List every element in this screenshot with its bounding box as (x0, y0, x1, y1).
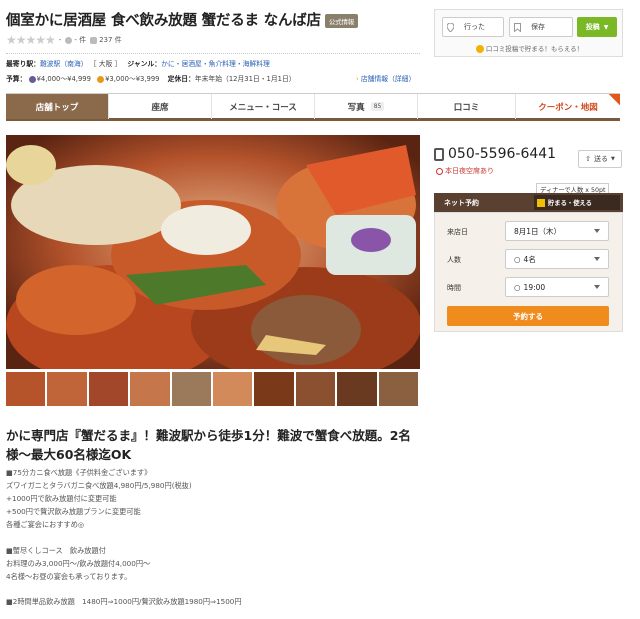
main-photo[interactable] (6, 135, 420, 369)
date-select[interactable]: 8月1日（木） (505, 221, 609, 241)
tab-seats[interactable]: 座席 (109, 94, 212, 119)
crab-platter-image (6, 135, 420, 369)
photo-thumbnails (6, 372, 420, 406)
phone-row: 050-5596-6441 (434, 146, 556, 162)
circle-icon: ○ (514, 254, 521, 264)
circle-icon: ○ (514, 282, 521, 292)
action-box: 行った 保存 投稿 ▼ 口コミ投稿で貯まる！もらえる！ (434, 9, 623, 57)
lunch-icon (97, 75, 105, 83)
availability-status: 本日夜空席あり (436, 166, 494, 176)
description-line: 各種ご宴会におすすめ◎ (6, 520, 85, 529)
chevron-down-icon: ▼ (611, 156, 615, 162)
restaurant-name: 個室かに居酒屋 食べ飲み放題 蟹だるま なんば店 (6, 13, 321, 29)
description-line: ■75分カニ食べ放題《子供料金ございます》 (6, 468, 152, 477)
thumbnail[interactable] (378, 372, 418, 406)
time-label: 時間 (447, 284, 461, 292)
divider (6, 53, 420, 54)
tab-menu[interactable]: メニュー・コース (212, 94, 315, 119)
area-link[interactable]: ［ 大阪 ］ (90, 60, 122, 68)
ponta-icon (475, 45, 484, 53)
tab-top[interactable]: 店舗トップ (6, 94, 109, 119)
pin-icon (447, 22, 454, 32)
official-badge[interactable]: 公式情報 (324, 14, 359, 28)
tab-reviews[interactable]: 口コミ (418, 94, 516, 119)
time-select[interactable]: ○ 19:00 (505, 277, 609, 297)
nav-tabs: 店舗トップ 座席 メニュー・コース 写真 85 口コミ クーポン・地図 (6, 93, 620, 121)
station-link[interactable]: 難波駅（南海） (40, 60, 88, 68)
info-budget: 予算： ¥4,000～¥4,999 ¥3,000～¥3,999 定休日：年末年始… (6, 75, 296, 83)
review-count[interactable]: - 件 (65, 35, 86, 45)
rating-score: - (58, 36, 62, 44)
phone-number[interactable]: 050-5596-6441 (448, 146, 556, 162)
ponta-icon (537, 198, 545, 207)
thumbnail[interactable] (47, 372, 87, 406)
ponta-badge: 貯まる・使える (534, 195, 620, 210)
chevron-down-icon: ▼ (603, 23, 609, 31)
post-note[interactable]: 口コミ投稿で貯まる！もらえる！ (435, 43, 624, 53)
description-line: 4名様～お昼の宴会も承っております。 (6, 572, 132, 581)
pr-heading: かに専門店『蟹だるま』！難波駅から徒歩1分！難波で蟹食べ放題。2名様～最大60名… (6, 428, 411, 462)
reservation-form: 来店日 8月1日（木） 人数 ○ 4名 時間 ○ 19:00 予約する (434, 212, 623, 332)
new-corner-flag (608, 94, 620, 106)
info-station-genre: 最寄り駅：難波駅（南海） ［ 大阪 ］ ジャンル：かに・居酒屋・魚介料理・海鮮料… (6, 60, 270, 68)
post-button[interactable]: 投稿 ▼ (577, 17, 617, 37)
photo-tab-count: 85 (370, 102, 385, 111)
post-label: 投稿 (585, 23, 600, 31)
description-line: +1000円で飲み放題付に変更可能 (6, 494, 117, 503)
circle-icon (436, 167, 443, 175)
photo-count[interactable]: 237 件 (90, 35, 122, 45)
thumbnail[interactable] (254, 372, 294, 406)
closed-days: 年末年始（12月31日・1月1日） (194, 75, 296, 83)
tab-photos[interactable]: 写真 85 (315, 94, 418, 119)
dinner-icon (28, 75, 36, 83)
description-line: ズワイガニとタラバガニ食べ放題4,980円/5,980円(税抜) (6, 481, 192, 490)
thumbnail[interactable] (212, 372, 253, 406)
detail-link-wrap: › 店舗情報（詳細） (356, 75, 416, 83)
description-line: お料理のみ3,000円～/飲み放題付4,000円～ (6, 559, 151, 568)
bookmark-icon (514, 22, 521, 32)
thumbnail[interactable] (295, 372, 336, 406)
reserve-button[interactable]: 予約する (447, 306, 609, 326)
rating-row: ★★★★★ - - 件 237 件 (6, 33, 122, 47)
comment-icon (65, 36, 73, 44)
people-select[interactable]: ○ 4名 (505, 249, 609, 269)
rating-stars: ★★★★★ (6, 33, 56, 47)
thumbnail[interactable] (6, 372, 46, 406)
camera-icon (90, 36, 98, 44)
save-button[interactable]: 保存 (509, 17, 573, 37)
page-title: 個室かに居酒屋 食べ飲み放題 蟹だるま なんば店 公式情報 (6, 9, 359, 30)
thumbnail[interactable] (88, 372, 129, 406)
phone-icon (434, 147, 444, 161)
budget-dinner: ¥4,000～¥4,999 (36, 75, 91, 83)
reservation-header: ネット予約 貯まる・使える (434, 193, 623, 212)
store-detail-link[interactable]: 店舗情報（詳細） (361, 75, 415, 83)
thumbnail[interactable] (337, 372, 377, 406)
send-button[interactable]: ⇧ 送る ▼ (578, 150, 622, 168)
went-button[interactable]: 行った (442, 17, 504, 37)
date-label: 来店日 (447, 228, 468, 236)
thumbnail[interactable] (171, 372, 211, 406)
people-label: 人数 (447, 256, 461, 264)
genre-link[interactable]: かに・居酒屋・魚介料理・海鮮料理 (161, 60, 270, 68)
budget-lunch: ¥3,000～¥3,999 (105, 75, 160, 83)
description-line: ■2時間単品飲み放題 1480円⇒1000円/贅沢飲み放題1980円⇒1500円 (6, 597, 242, 606)
share-icon: ⇧ (585, 155, 591, 163)
description-line: +500円で贅沢飲み放題プランに変更可能 (6, 507, 141, 516)
description-line: ■蟹尽くしコース 飲み放題付 (6, 546, 106, 555)
tab-coupon-map[interactable]: クーポン・地図 (516, 94, 620, 119)
thumbnail[interactable] (130, 372, 170, 406)
